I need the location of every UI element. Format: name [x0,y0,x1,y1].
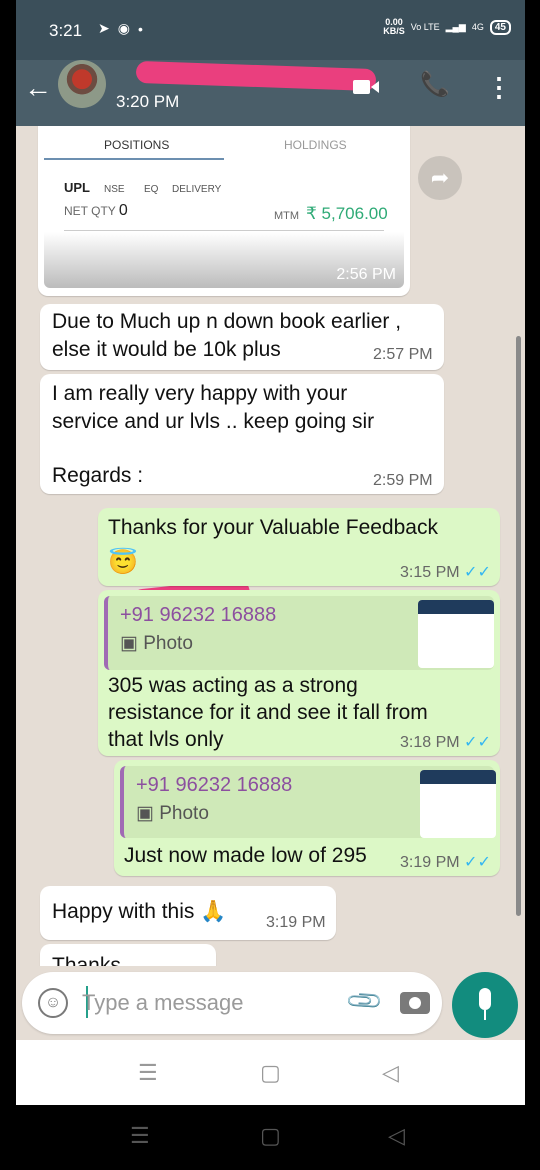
video-call-icon[interactable] [353,78,379,96]
attach-icon[interactable]: 📎 [344,981,386,1023]
last-seen: 3:20 PM [116,92,180,111]
status-bar: 3:21 ➤ ◉ • 0.00 KB/S Vo LTE ▂▄▆ 4G 45 [16,0,525,60]
image-message[interactable]: POSITIONS HOLDINGS UPL NSE EQ DELIVERY N… [38,126,410,296]
tag-delivery: DELIVERY [172,184,222,195]
battery-icon: 45 [489,19,511,35]
back-icon[interactable]: ◁ [382,1060,399,1086]
home-icon[interactable]: ▢ [260,1060,281,1086]
quote-thumbnail [420,770,496,838]
mic-icon [479,988,491,1010]
more-options-icon[interactable]: ⋮ [486,72,512,103]
home-icon[interactable]: ▢ [260,1123,281,1149]
emoji-icon[interactable]: ☺ [38,988,68,1018]
quote-sender: +91 96232 16888 [136,774,293,796]
outgoing-message[interactable]: +91 96232 16888 ▣ Photo Just now made lo… [114,760,500,876]
inner-navigation-bar: ☰ ▢ ◁ [16,1040,525,1105]
message-time: 3:15 PM ✓✓ [400,564,491,581]
emoji-halo: 😇 [108,549,138,576]
net-qty: NET QTY 0 [64,202,128,219]
quote-photo-label: ▣ Photo [136,803,209,824]
recent-apps-icon[interactable]: ☰ [130,1123,150,1149]
message-time: 3:19 PM [266,914,326,931]
network-speed: 0.00 KB/S [383,17,405,36]
avatar[interactable] [58,60,106,108]
notification-icons: ➤ ◉ • [98,20,143,37]
navigation-arrow-icon: ➤ [98,20,110,36]
outgoing-message[interactable]: Thanks for your Valuable Feedback 😇 3:15… [98,508,500,586]
quote-thumbnail [418,600,494,668]
message-time: 2:59 PM [373,472,433,489]
status-time: 3:21 [49,21,83,40]
incoming-message[interactable]: Happy with this 🙏 3:19 PM [40,886,336,940]
quote-sender: +91 96232 16888 [120,604,277,626]
app-notification-icon: ◉ [117,20,130,36]
incoming-message[interactable]: Thanks [40,944,216,966]
chat-header: ← 3:20 PM 📞 ⋮ [16,60,525,126]
read-ticks-icon: ✓✓ [464,734,491,751]
quoted-message[interactable]: +91 96232 16888 ▣ Photo [104,596,494,670]
status-indicators: 0.00 KB/S Vo LTE ▂▄▆ 4G 45 [383,18,511,36]
message-composer: ☺ 📎 [22,972,442,1034]
message-list[interactable]: POSITIONS HOLDINGS UPL NSE EQ DELIVERY N… [16,126,525,966]
quoted-message[interactable]: +91 96232 16888 ▣ Photo [120,766,496,838]
tag-segment: EQ [144,184,159,195]
stock-symbol: UPL [64,180,90,195]
incoming-message[interactable]: Due to Much up n down book earlier , els… [40,304,444,370]
redacted-contact-name[interactable] [135,60,377,92]
emoji-folded-hands: 🙏 [200,900,227,923]
incoming-message[interactable]: I am really very happy with your service… [40,374,444,494]
message-time: 2:56 PM [336,266,396,283]
volte-indicator: Vo LTE [410,22,440,32]
outgoing-message[interactable]: +91 96232 16888 ▣ Photo 305 was acting a… [98,590,500,756]
message-time: 3:18 PM ✓✓ [400,734,491,751]
message-time: 3:19 PM ✓✓ [400,854,491,871]
tab-underline [44,158,224,160]
divider [64,230,384,231]
message-time: 2:57 PM [373,346,433,363]
system-navigation-bar: ☰ ▢ ◁ [0,1105,540,1170]
tab-positions: POSITIONS [104,138,170,152]
network-type: 4G [471,22,484,32]
positions-screenshot-image[interactable]: POSITIONS HOLDINGS UPL NSE EQ DELIVERY N… [44,126,404,288]
scrollbar[interactable] [516,336,521,916]
signal-icon: ▂▄▆ [445,21,466,32]
quote-photo-label: ▣ Photo [120,633,193,654]
message-input[interactable] [82,986,332,1020]
back-arrow-icon[interactable]: ← [24,72,52,104]
tab-holdings: HOLDINGS [284,138,347,152]
voice-message-button[interactable] [452,972,518,1038]
recent-apps-icon[interactable]: ☰ [138,1060,158,1086]
dot-icon: • [137,20,143,37]
tag-exchange: NSE [104,184,125,195]
back-icon[interactable]: ◁ [388,1123,405,1149]
phone-call-icon[interactable]: 📞 [420,70,450,99]
camera-icon[interactable] [400,992,430,1014]
read-ticks-icon: ✓✓ [464,854,491,871]
forward-button[interactable]: ➦ [418,156,462,200]
mtm-label: MTM [274,210,300,222]
whatsapp-chat-screen: 3:21 ➤ ◉ • 0.00 KB/S Vo LTE ▂▄▆ 4G 45 ← … [16,0,525,1105]
mtm-value: ₹ 5,706.00 [306,204,388,223]
read-ticks-icon: ✓✓ [464,564,491,581]
